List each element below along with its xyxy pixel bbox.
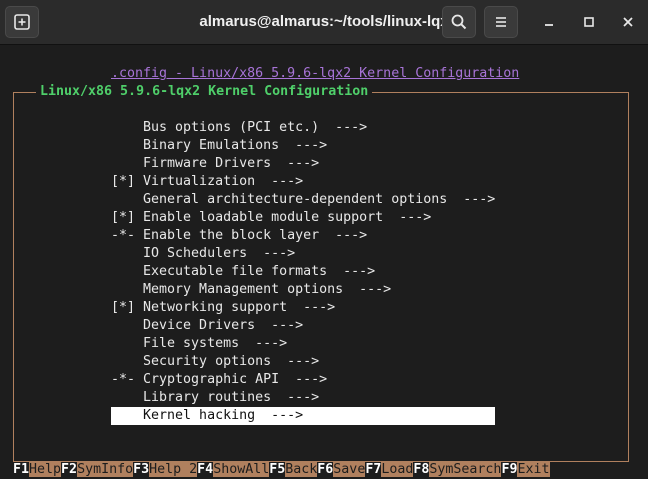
frame-title: Linux/x86 5.9.6-lqx2 Kernel Configuratio… [36,83,373,101]
fkey-label[interactable]: Load [381,462,414,477]
menu-item[interactable]: [*] Enable loadable module support ---> [111,209,495,227]
fkey-label[interactable]: Exit [517,462,550,477]
fkey-label[interactable]: SymSearch [429,462,502,477]
menu-item[interactable]: [*] Virtualization ---> [111,173,495,191]
fkey-f8[interactable]: F8 [413,462,429,477]
fkey-f4[interactable]: F4 [197,462,213,477]
fkey-label[interactable]: Help [29,462,62,477]
fkey-f3[interactable]: F3 [133,462,149,477]
hamburger-menu-icon [496,17,506,27]
search-button[interactable] [442,6,476,38]
menu-item[interactable]: Bus options (PCI etc.) ---> [111,119,495,137]
fkey-label[interactable]: Save [333,462,366,477]
maximize-icon [584,17,594,27]
window-titlebar: almarus@almarus:~/tools/linux-lqx [0,0,648,45]
menu-item[interactable]: Firmware Drivers ---> [111,155,495,173]
fkey-f5[interactable]: F5 [269,462,285,477]
menu-item[interactable]: Executable file formats ---> [111,263,495,281]
fkey-label[interactable]: ShowAll [213,462,270,477]
fkey-f1[interactable]: F1 [13,462,29,477]
fkey-label[interactable]: SymInfo [77,462,134,477]
search-icon [451,14,467,30]
menu-item[interactable]: -*- Cryptographic API ---> [111,371,495,389]
menu-item[interactable]: IO Schedulers ---> [111,245,495,263]
menu-item[interactable]: Device Drivers ---> [111,317,495,335]
fkey-label[interactable]: Back [285,462,318,477]
menu-item[interactable]: File systems ---> [111,335,495,353]
fkey-f2[interactable]: F2 [61,462,77,477]
config-title: .config - Linux/x86 5.9.6-lqx2 Kernel Co… [111,66,520,81]
minimize-icon [545,24,553,26]
menu-item[interactable]: Binary Emulations ---> [111,137,495,155]
close-icon [623,17,633,27]
terminal-area[interactable]: .config - Linux/x86 5.9.6-lqx2 Kernel Co… [0,45,648,479]
fkey-f9[interactable]: F9 [501,462,517,477]
fkey-label[interactable]: Help 2 [149,462,198,477]
function-key-bar: F1HelpF2SymInfoF3Help 2F4ShowAllF5BackF6… [13,461,550,479]
menu-item[interactable]: -*- Enable the block layer ---> [111,227,495,245]
menu-item[interactable]: General architecture-dependent options -… [111,191,495,209]
menu-item-selected[interactable]: Kernel hacking ---> [111,407,495,425]
maximize-button[interactable] [572,6,606,38]
close-button[interactable] [611,6,645,38]
menu-item[interactable]: Library routines ---> [111,389,495,407]
menu-item[interactable]: [*] Networking support ---> [111,299,495,317]
fkey-f7[interactable]: F7 [365,462,381,477]
menu-item[interactable]: Security options ---> [111,353,495,371]
fkey-f6[interactable]: F6 [317,462,333,477]
menu-button[interactable] [484,6,518,38]
minimize-button[interactable] [532,6,566,38]
menu-item[interactable]: Memory Management options ---> [111,281,495,299]
